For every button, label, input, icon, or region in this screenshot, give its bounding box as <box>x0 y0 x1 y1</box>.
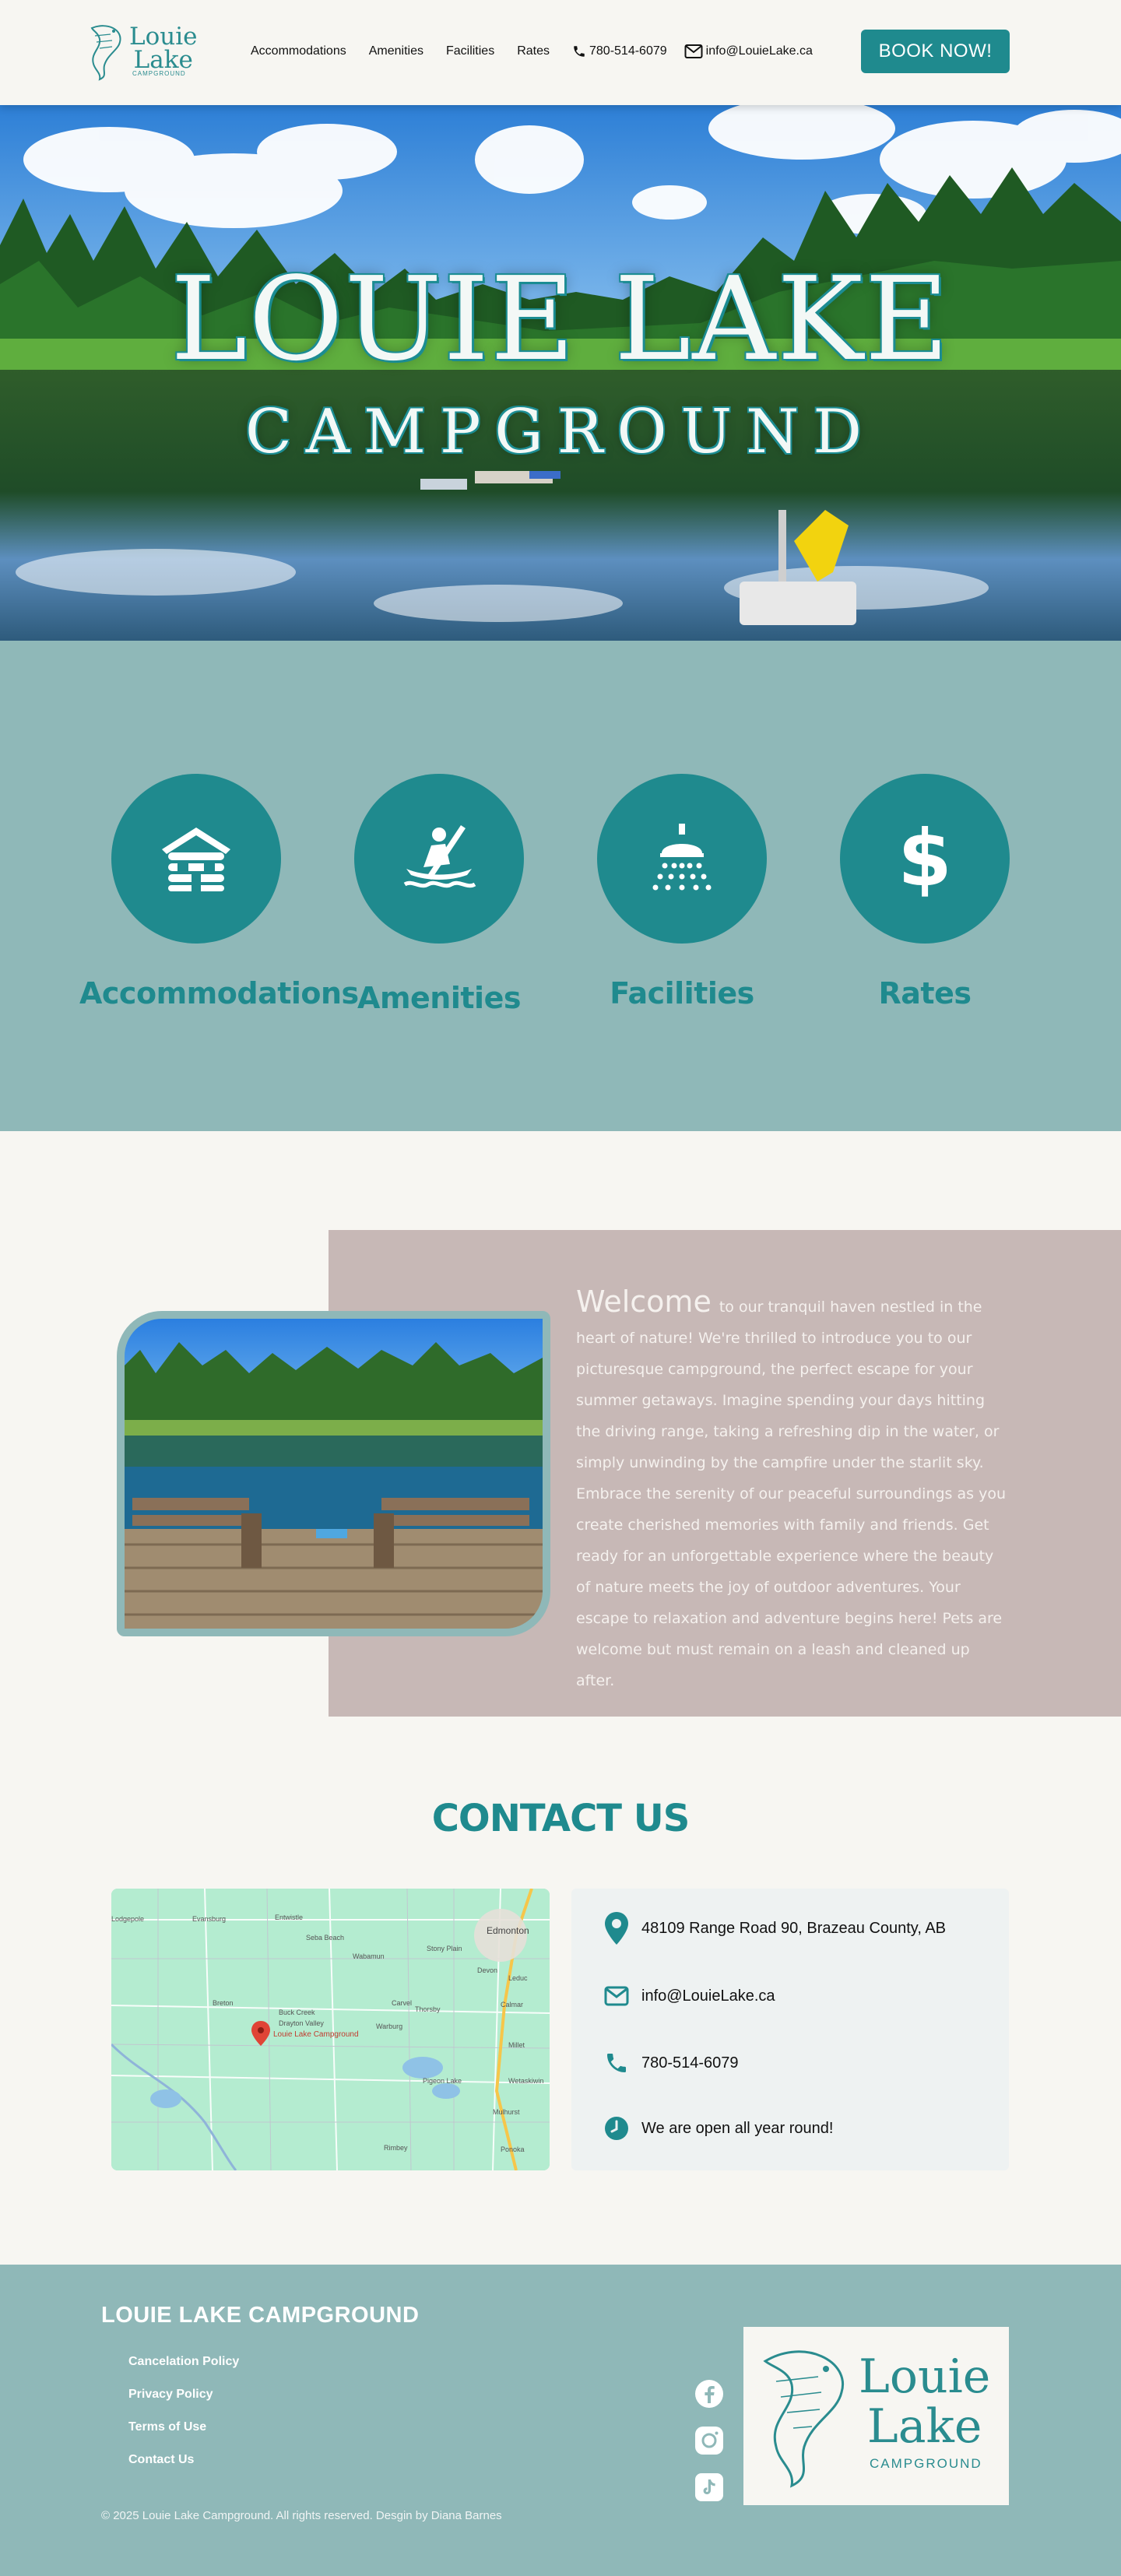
fish-logo-icon <box>90 25 121 81</box>
phone-icon <box>574 46 585 57</box>
main-nav: Accommodations Amenities Facilities Rate… <box>251 44 830 59</box>
feature-amenities[interactable]: Amenities <box>322 774 556 1015</box>
map-label-town: Mulhurst <box>493 2108 520 2116</box>
map-label-town: Ponoka <box>501 2145 525 2153</box>
nav-amenities[interactable]: Amenities <box>369 44 423 58</box>
hero-banner: LOUIE LAKE CAMPGROUND <box>0 105 1121 641</box>
phone-row[interactable]: 780-514-6079 <box>603 2051 739 2075</box>
map-label-town: Thorsby <box>415 2005 441 2013</box>
clock-icon <box>605 2117 628 2140</box>
features-section: Accommodations Amenities Facilities $ Ra… <box>0 641 1121 1131</box>
envelope-icon <box>604 1986 629 2006</box>
header-email-link[interactable]: info@LouieLake.ca <box>684 44 813 59</box>
map-label-town: Wetaskiwin <box>508 2077 543 2085</box>
map-label-town: Carvel <box>392 1999 412 2007</box>
hero-subtitle: CAMPGROUND <box>245 397 876 467</box>
dollar-icon: $ <box>898 820 952 898</box>
header-email-text: info@LouieLake.ca <box>705 44 813 58</box>
map-label-town: Millet <box>508 2041 525 2049</box>
feature-label: Facilities <box>610 976 754 1010</box>
address-row: 48109 Range Road 90, Brazeau County, AB <box>603 1912 946 1945</box>
footer-links: Cancelation Policy Privacy Policy Terms … <box>128 2355 239 2486</box>
feature-label: Rates <box>878 976 972 1010</box>
contact-info-panel: 48109 Range Road 90, Brazeau County, AB … <box>571 1889 1009 2170</box>
address-text: 48109 Range Road 90, Brazeau County, AB <box>641 1919 947 1937</box>
map-label-town: Seba Beach <box>306 1934 344 1942</box>
dock-lake-image <box>125 1319 543 1629</box>
shower-icon <box>652 824 712 891</box>
map-label-town: Stony Plain <box>427 1945 462 1952</box>
map-label-town: Evansburg <box>192 1915 226 1923</box>
footer-title: LOUIE LAKE CAMPGROUND <box>101 2303 420 2328</box>
hours-row: We are open all year round! <box>603 2116 833 2141</box>
header-phone-link[interactable]: 780-514-6079 <box>572 44 667 58</box>
footer-link-contact[interactable]: Contact Us <box>128 2453 239 2486</box>
hero-title: LOUIE LAKE <box>170 252 951 386</box>
logo-line2: Lake <box>133 46 193 74</box>
map-label-town: Leduc <box>508 1974 528 1982</box>
instagram-icon <box>695 2427 723 2455</box>
envelope-icon <box>684 44 703 58</box>
map-label-town: Devon <box>477 1966 497 1974</box>
location-pin-icon <box>605 1912 628 1945</box>
logo-subtitle: CAMPGROUND <box>132 70 186 77</box>
tiktok-link[interactable] <box>694 2472 725 2503</box>
welcome-copy: Welcome to our tranquil haven nestled in … <box>576 1286 1008 1696</box>
map-label-city: Edmonton <box>487 1925 529 1936</box>
map-label-town: Warburg <box>376 2022 402 2030</box>
fish-logo-icon <box>763 2350 845 2488</box>
map-label-town: Buck Creek <box>279 2008 315 2016</box>
nav-facilities[interactable]: Facilities <box>446 44 494 58</box>
map-image: Edmonton Entwistle Stony Plain Carvel Wa… <box>111 1889 550 2170</box>
feature-label: Accommodations <box>79 976 359 1010</box>
book-now-button[interactable]: BOOK NOW! <box>861 30 1010 73</box>
feature-facilities[interactable]: Facilities <box>565 774 799 1010</box>
map-label-town: Breton <box>213 1999 234 2007</box>
site-footer: LOUIE LAKE CAMPGROUND Cancelation Policy… <box>0 2265 1121 2576</box>
facebook-icon <box>695 2380 723 2408</box>
copyright-text: © 2025 Louie Lake Campground. All rights… <box>101 2509 502 2522</box>
map-label-town: Wabamun <box>353 1952 385 1960</box>
cabin-icon <box>162 828 230 891</box>
dock-photo <box>117 1311 550 1636</box>
feature-accommodations[interactable]: Accommodations <box>79 774 359 1010</box>
email-row[interactable]: info@LouieLake.ca <box>603 1986 775 2006</box>
email-text: info@LouieLake.ca <box>641 1987 775 2005</box>
footer-logo: Louie Lake CAMPGROUND <box>743 2327 1009 2505</box>
footer-logo-line1: Louie <box>859 2349 991 2404</box>
feature-label: Amenities <box>357 981 521 1015</box>
kayak-icon <box>403 825 476 888</box>
nav-rates[interactable]: Rates <box>517 44 550 58</box>
site-header: Louie Lake CAMPGROUND Accommodations Ame… <box>0 0 1121 105</box>
map-label-town: Lodgepole <box>111 1915 144 1923</box>
map-pin-label: Louie Lake Campground <box>273 2030 359 2039</box>
logo-line1: Louie <box>129 23 198 51</box>
hours-text: We are open all year round! <box>641 2119 834 2137</box>
header-phone-text: 780-514-6079 <box>589 44 667 58</box>
footer-logo-subtitle: CAMPGROUND <box>870 2456 982 2471</box>
tiktok-icon <box>695 2473 723 2501</box>
header-logo[interactable]: Louie Lake CAMPGROUND <box>84 22 197 81</box>
footer-link-terms[interactable]: Terms of Use <box>128 2420 239 2453</box>
footer-link-privacy[interactable]: Privacy Policy <box>128 2388 239 2420</box>
footer-logo-line2: Lake <box>866 2399 982 2454</box>
map-label-town: Rimbey <box>384 2144 408 2152</box>
svg-text:$: $ <box>898 820 952 898</box>
location-map[interactable]: Edmonton Entwistle Stony Plain Carvel Wa… <box>111 1889 550 2170</box>
facebook-link[interactable] <box>694 2378 725 2409</box>
phone-text: 780-514-6079 <box>641 2054 739 2072</box>
map-label-town: Entwistle <box>275 1914 303 1921</box>
welcome-heading: Welcome <box>576 1284 712 1319</box>
feature-rates[interactable]: $ Rates <box>808 774 1042 1010</box>
welcome-body: to our tranquil haven nestled in the hea… <box>576 1299 1006 1689</box>
footer-link-cancelation[interactable]: Cancelation Policy <box>128 2355 239 2388</box>
nav-accommodations[interactable]: Accommodations <box>251 44 346 58</box>
map-label-town: Pigeon Lake <box>423 2077 462 2085</box>
map-label-town: Drayton Valley <box>279 2019 324 2027</box>
phone-icon <box>607 2054 626 2072</box>
instagram-link[interactable] <box>694 2425 725 2456</box>
map-label-town: Calmar <box>501 2001 523 2008</box>
contact-title: CONTACT US <box>431 1797 691 1840</box>
